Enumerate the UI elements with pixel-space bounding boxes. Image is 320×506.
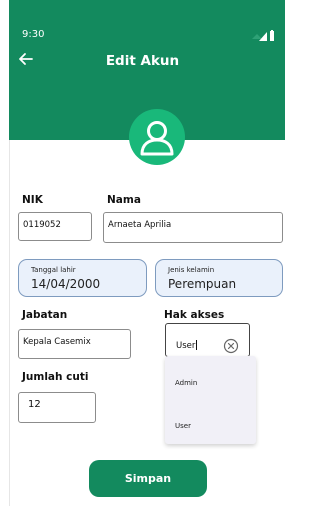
status-time: 9:30 bbox=[22, 29, 45, 40]
jumlah-cuti-field[interactable]: 12 bbox=[18, 392, 96, 423]
jumlah-cuti-label: Jumlah cuti bbox=[22, 371, 89, 383]
hak-akses-label: Hak akses bbox=[164, 309, 225, 321]
dropdown-option-admin[interactable]: Admin bbox=[175, 379, 197, 387]
tanggal-lahir-label: Tanggal lahir bbox=[31, 266, 76, 274]
save-button[interactable]: Simpan bbox=[89, 460, 207, 497]
wifi-icon bbox=[252, 34, 262, 39]
nik-field[interactable]: 0119052 bbox=[18, 212, 92, 241]
status-icons bbox=[252, 30, 274, 41]
nama-field[interactable]: Arnaeta Aprilia bbox=[103, 212, 283, 243]
text-cursor bbox=[196, 340, 198, 350]
clear-circle-icon[interactable] bbox=[223, 338, 239, 354]
jabatan-label: Jabatan bbox=[22, 309, 68, 321]
jumlah-cuti-value: 12 bbox=[28, 399, 41, 410]
signal-icon bbox=[259, 32, 267, 41]
nik-label: NIK bbox=[22, 194, 43, 206]
jenis-kelamin-value: Perempuan bbox=[168, 277, 237, 291]
jabatan-value: Kepala Casemix bbox=[23, 337, 91, 347]
hak-akses-value: User bbox=[176, 341, 196, 351]
dropdown-option-user[interactable]: User bbox=[175, 422, 191, 430]
jenis-kelamin-label: Jenis kelamin bbox=[168, 266, 215, 274]
jenis-kelamin-field[interactable]: Jenis kelamin Perempuan bbox=[155, 259, 283, 297]
tanggal-lahir-value: 14/04/2000 bbox=[31, 277, 101, 291]
page-title: Edit Akun bbox=[105, 53, 180, 69]
nama-value: Arnaeta Aprilia bbox=[108, 220, 172, 230]
battery-icon bbox=[270, 30, 274, 41]
nama-label: Nama bbox=[107, 194, 141, 206]
hak-akses-select[interactable]: User bbox=[165, 323, 250, 357]
tanggal-lahir-field[interactable]: Tanggal lahir 14/04/2000 bbox=[18, 259, 147, 297]
hak-akses-dropdown: Admin User bbox=[165, 356, 256, 444]
user-icon bbox=[140, 121, 174, 156]
nik-value: 0119052 bbox=[23, 220, 61, 230]
avatar[interactable] bbox=[129, 109, 185, 165]
jabatan-field[interactable]: Kepala Casemix bbox=[18, 329, 131, 359]
